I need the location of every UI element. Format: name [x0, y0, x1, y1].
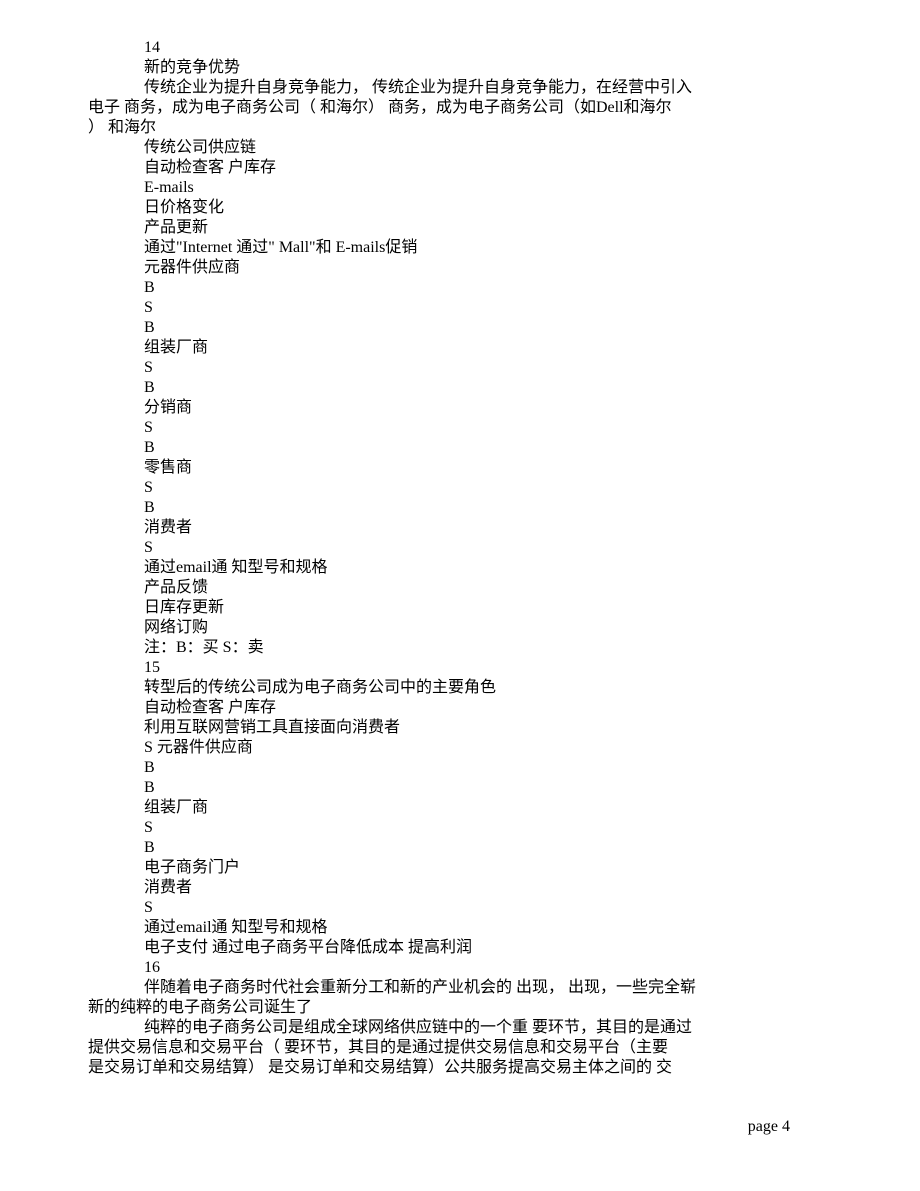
- text-line: B: [88, 778, 832, 798]
- text-line: 分销商: [88, 398, 832, 418]
- text-line: 自动检查客 户库存: [88, 698, 832, 718]
- text-line: 产品反馈: [88, 578, 832, 598]
- text-line: 组装厂商: [88, 338, 832, 358]
- document-body: 14新的竞争优势传统企业为提升自身竞争能力， 传统企业为提升自身竞争能力，在经营…: [88, 38, 832, 1078]
- text-line: 是交易订单和交易结算） 是交易订单和交易结算）公共服务提高交易主体之间的 交: [88, 1058, 832, 1078]
- text-line: 通过"Internet 通过" Mall"和 E-mails促销: [88, 238, 832, 258]
- text-line: B: [88, 838, 832, 858]
- text-line: 组装厂商: [88, 798, 832, 818]
- text-line: 消费者: [88, 878, 832, 898]
- text-line: E-mails: [88, 178, 832, 198]
- text-line: B: [88, 438, 832, 458]
- text-line: 15: [88, 658, 832, 678]
- text-line: 自动检查客 户库存: [88, 158, 832, 178]
- page-footer: page 4: [748, 1117, 790, 1137]
- text-line: 传统企业为提升自身竞争能力， 传统企业为提升自身竞争能力，在经营中引入: [88, 78, 832, 98]
- text-line: 纯粹的电子商务公司是组成全球网络供应链中的一个重 要环节，其目的是通过: [88, 1018, 832, 1038]
- text-line: S: [88, 538, 832, 558]
- text-line: 传统公司供应链: [88, 138, 832, 158]
- text-line: 网络订购: [88, 618, 832, 638]
- text-line: B: [88, 758, 832, 778]
- text-line: S: [88, 418, 832, 438]
- text-line: 利用互联网营销工具直接面向消费者: [88, 718, 832, 738]
- text-line: 电子支付 通过电子商务平台降低成本 提高利润: [88, 938, 832, 958]
- text-line: 电子商务门户: [88, 858, 832, 878]
- text-line: S 元器件供应商: [88, 738, 832, 758]
- text-line: 元器件供应商: [88, 258, 832, 278]
- text-line: 新的纯粹的电子商务公司诞生了: [88, 998, 832, 1018]
- text-line: S: [88, 298, 832, 318]
- text-line: 电子 商务，成为电子商务公司（ 和海尔） 商务，成为电子商务公司（如Dell和海…: [88, 98, 832, 118]
- text-line: B: [88, 498, 832, 518]
- text-line: 提供交易信息和交易平台（ 要环节，其目的是通过提供交易信息和交易平台（主要: [88, 1038, 832, 1058]
- text-line: 新的竞争优势: [88, 58, 832, 78]
- text-line: 通过email通 知型号和规格: [88, 558, 832, 578]
- text-line: 消费者: [88, 518, 832, 538]
- text-line: S: [88, 358, 832, 378]
- text-line: 零售商: [88, 458, 832, 478]
- text-line: B: [88, 278, 832, 298]
- text-line: 日价格变化: [88, 198, 832, 218]
- text-line: 产品更新: [88, 218, 832, 238]
- text-line: 16: [88, 958, 832, 978]
- text-line: ） 和海尔: [88, 118, 832, 138]
- text-line: 日库存更新: [88, 598, 832, 618]
- text-line: B: [88, 318, 832, 338]
- text-line: B: [88, 378, 832, 398]
- text-line: 通过email通 知型号和规格: [88, 918, 832, 938]
- text-line: 转型后的传统公司成为电子商务公司中的主要角色: [88, 678, 832, 698]
- text-line: S: [88, 478, 832, 498]
- text-line: 伴随着电子商务时代社会重新分工和新的产业机会的 出现， 出现，一些完全崭: [88, 978, 832, 998]
- text-line: 注：B：买 S：卖: [88, 638, 832, 658]
- text-line: S: [88, 898, 832, 918]
- text-line: 14: [88, 38, 832, 58]
- text-line: S: [88, 818, 832, 838]
